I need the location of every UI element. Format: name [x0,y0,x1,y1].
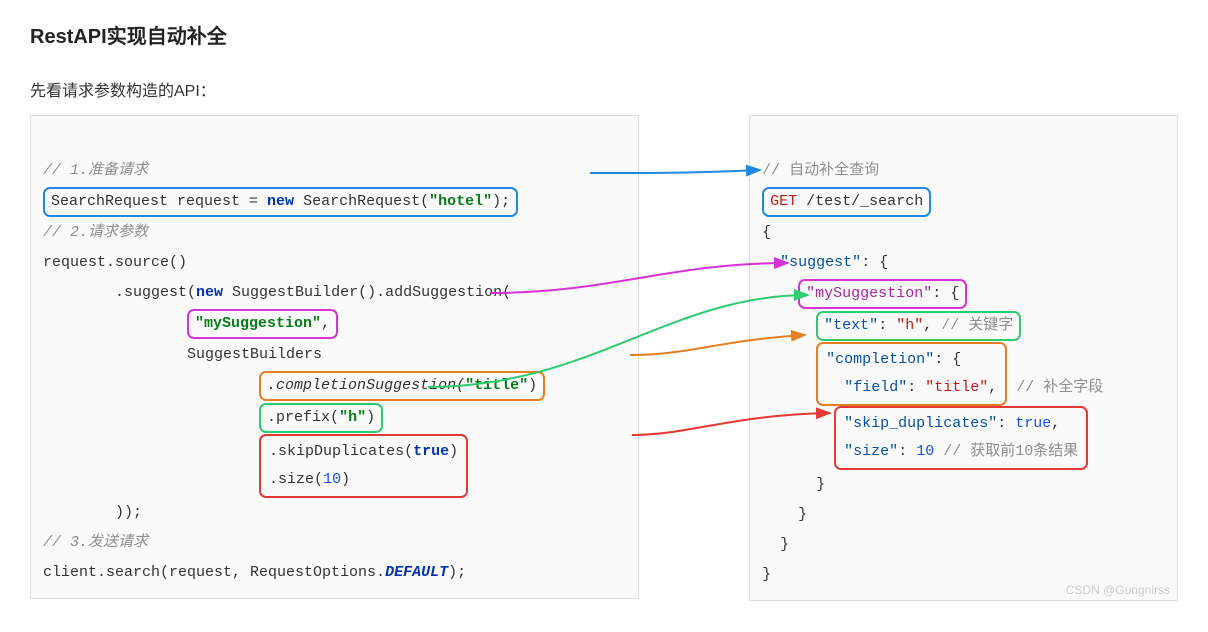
get-line: GET /test/_search [762,187,931,217]
java-code-panel: // 1.准备请求 SearchRequest request = new Se… [30,115,639,599]
code-panels: // 1.准备请求 SearchRequest request = new Se… [30,115,1178,601]
client-search-line: client.search(request, RequestOptions.DE… [43,564,466,581]
watermark: CSDN @Gungnirss [1066,583,1170,597]
prefix-line: .prefix("h") [43,409,383,426]
close-1: } [762,476,825,493]
comment-2: // 2.请求参数 [43,224,148,241]
completion-line: .completionSuggestion("title") [43,377,545,394]
comment-3: // 3.发送请求 [43,534,148,551]
my-suggestion-line: "mySuggestion", [43,315,338,332]
my-suggestion-key-line: "mySuggestion": { [762,285,967,302]
text-key-line: "text": "h", // 关键字 [762,317,1021,334]
close-3: } [762,536,789,553]
close-line: )); [43,504,142,521]
close-4: } [762,566,771,583]
suggest-builders-line: SuggestBuilders [43,346,322,363]
skip-size-block: .skipDuplicates(true) .size(10) [43,471,468,488]
page-title: RestAPI实现自动补全 [30,20,1178,49]
completion-field-block: "completion": { "field": "title", // 补全字… [762,379,1103,396]
subtitle: 先看请求参数构造的API： [30,77,1178,101]
brace-open: { [762,224,771,241]
suggest-key-line: "suggest": { [762,254,888,271]
json-code-panel: // 自动补全查询 GET /test/_search { "suggest":… [749,115,1178,601]
close-2: } [762,506,807,523]
comment-1: // 1.准备请求 [43,162,148,179]
json-comment-1: // 自动补全查询 [762,162,879,179]
skip-size-json-block: "skip_duplicates": true, "size": 10 // 获… [762,443,1088,460]
suggest-line: .suggest(new SuggestBuilder().addSuggest… [43,284,511,301]
search-request-line: SearchRequest request = new SearchReques… [43,187,518,217]
request-source-line: request.source() [43,254,187,271]
